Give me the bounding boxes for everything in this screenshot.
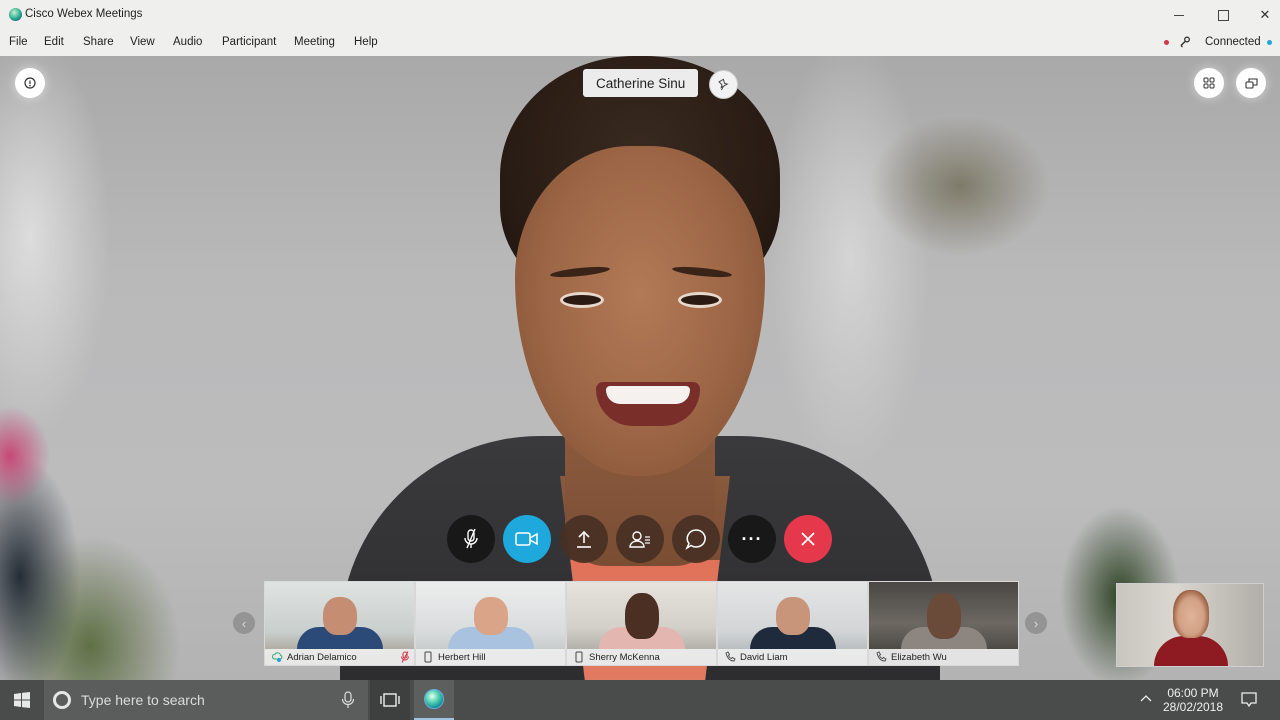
menu-edit[interactable]: Edit xyxy=(44,36,64,48)
clock-time: 06:00 PM xyxy=(1167,686,1219,700)
pin-button[interactable] xyxy=(709,70,738,99)
close-x-icon xyxy=(801,532,815,546)
mute-button[interactable] xyxy=(447,515,495,563)
tile-person-head xyxy=(473,597,508,635)
connection-status: Connected xyxy=(1205,36,1261,48)
menu-meeting[interactable]: Meeting xyxy=(294,36,335,48)
self-view-head xyxy=(1173,590,1209,638)
menu-view[interactable]: View xyxy=(130,36,155,48)
microphone-icon[interactable] xyxy=(341,691,355,709)
clock-date: 28/02/2018 xyxy=(1162,700,1224,714)
participant-tile[interactable]: Herbert Hill xyxy=(415,581,566,666)
meeting-info-button[interactable] xyxy=(15,68,45,98)
chevron-up-icon[interactable] xyxy=(1139,692,1153,706)
chat-bubble-icon xyxy=(685,529,706,550)
taskbar-webex-app[interactable] xyxy=(414,680,454,720)
tile-person-head xyxy=(926,593,961,639)
menu-bar: File Edit Share View Audio Participant M… xyxy=(0,30,1280,56)
speaker-eye xyxy=(678,292,722,308)
title-bar: Cisco Webex Meetings ✕ xyxy=(0,0,1280,30)
menu-help[interactable]: Help xyxy=(354,36,378,48)
pin-icon xyxy=(718,78,729,91)
more-options-button[interactable]: ··· xyxy=(728,515,776,563)
participant-tile[interactable]: Adrian Delamico xyxy=(264,581,415,666)
participant-name: David Liam xyxy=(718,649,867,665)
speaker-teeth xyxy=(606,386,690,404)
speaker-eye xyxy=(560,292,604,308)
info-icon xyxy=(24,77,36,89)
phone-handset-icon xyxy=(725,651,736,662)
phone-handset-icon xyxy=(876,651,887,662)
filmstrip-prev-button[interactable]: ‹ xyxy=(233,612,255,634)
video-camera-icon xyxy=(515,532,538,546)
participant-tile[interactable]: Sherry McKenna xyxy=(566,581,717,666)
taskbar-clock[interactable]: 06:00 PM 28/02/2018 xyxy=(1160,686,1226,714)
share-upload-icon xyxy=(577,530,591,548)
search-placeholder: Type here to search xyxy=(81,692,205,708)
participants-button[interactable] xyxy=(616,515,664,563)
participants-icon xyxy=(629,531,650,548)
menu-participant[interactable]: Participant xyxy=(222,36,276,48)
participant-name: Herbert Hill xyxy=(416,649,565,665)
taskbar-search-input[interactable]: Type here to search xyxy=(44,680,368,720)
participant-name: Adrian Delamico xyxy=(265,649,414,665)
mobile-phone-icon xyxy=(575,651,583,663)
chat-button[interactable] xyxy=(672,515,720,563)
active-speaker-video: Catherine Sinu ··· ‹ › Adrian Delamico H… xyxy=(0,56,1280,680)
menu-audio[interactable]: Audio xyxy=(173,36,202,48)
cloud-computer-icon xyxy=(272,652,283,662)
active-speaker-name: Catherine Sinu xyxy=(583,69,699,97)
participant-name: Sherry McKenna xyxy=(567,649,716,665)
webex-logo-icon xyxy=(9,8,22,21)
minimize-button[interactable] xyxy=(1164,4,1194,26)
taskbar: Type here to search 06:00 PM 28/02/2018 xyxy=(0,680,1280,720)
menu-share[interactable]: Share xyxy=(83,36,114,48)
popout-button[interactable] xyxy=(1236,68,1266,98)
notification-center-icon[interactable] xyxy=(1240,691,1258,709)
connected-indicator-icon xyxy=(1267,40,1272,45)
start-button[interactable] xyxy=(0,680,44,720)
participant-tile[interactable]: Elizabeth Wu xyxy=(868,581,1019,666)
task-view-icon xyxy=(380,693,400,707)
recording-indicator-icon xyxy=(1164,40,1169,45)
task-view-button[interactable] xyxy=(370,680,410,720)
windows-logo-icon xyxy=(14,692,30,708)
layout-button[interactable] xyxy=(1194,68,1224,98)
microphone-muted-icon xyxy=(464,528,478,549)
self-view-video[interactable] xyxy=(1116,583,1264,667)
maximize-button[interactable] xyxy=(1208,4,1238,26)
self-view-body xyxy=(1154,636,1228,666)
popout-icon xyxy=(1244,78,1258,89)
tile-person-head xyxy=(322,597,357,635)
participant-name: Elizabeth Wu xyxy=(869,649,1018,665)
webex-logo-icon xyxy=(424,689,444,709)
more-dots-icon: ··· xyxy=(741,528,763,549)
key-icon[interactable] xyxy=(1178,35,1192,49)
tile-person-head xyxy=(624,593,659,639)
mobile-phone-icon xyxy=(424,651,432,663)
leave-meeting-button[interactable] xyxy=(784,515,832,563)
cortana-icon xyxy=(53,691,71,709)
speaker-face xyxy=(515,146,765,476)
microphone-muted-icon xyxy=(401,651,409,663)
close-window-button[interactable]: ✕ xyxy=(1250,4,1280,26)
window-title: Cisco Webex Meetings xyxy=(25,8,143,20)
filmstrip-next-button[interactable]: › xyxy=(1025,612,1047,634)
grid-layout-icon xyxy=(1203,77,1215,89)
video-button[interactable] xyxy=(503,515,551,563)
share-button[interactable] xyxy=(560,515,608,563)
menu-file[interactable]: File xyxy=(9,36,28,48)
participant-tile[interactable]: David Liam xyxy=(717,581,868,666)
tile-person-head xyxy=(775,597,810,635)
